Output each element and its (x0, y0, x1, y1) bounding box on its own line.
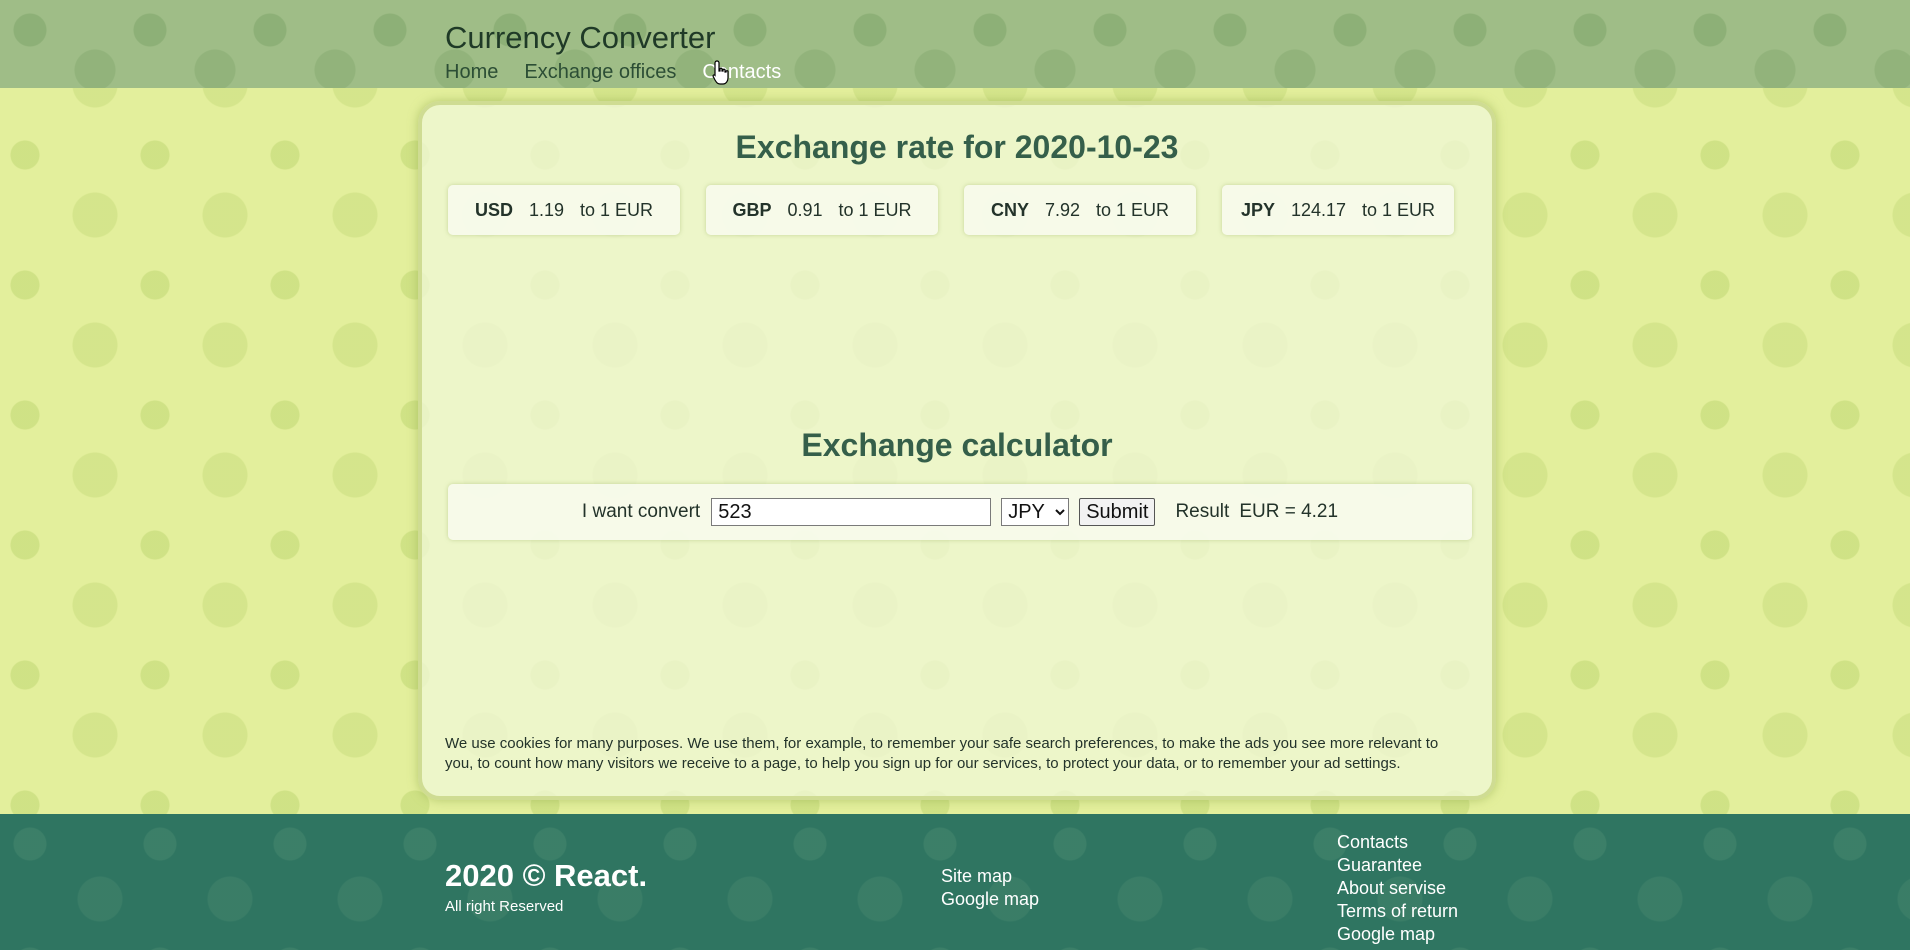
footer-link-terms-of-return[interactable]: Terms of return (1337, 900, 1458, 923)
rate-suffix: to 1 EUR (1096, 199, 1170, 220)
rate-cny: CNY 7.92 to 1 EUR (964, 185, 1196, 235)
rate-suffix: to 1 EUR (1362, 199, 1436, 220)
rate-value: 1.19 (528, 199, 565, 220)
footer-links-right: Contacts Guarantee About servise Terms o… (1337, 831, 1458, 946)
nav-home[interactable]: Home (445, 60, 498, 84)
site-footer: 2020 © React. All right Reserved Site ma… (0, 814, 1910, 950)
cookie-notice: We use cookies for many purposes. We use… (445, 735, 1439, 772)
footer-link-guarantee[interactable]: Guarantee (1337, 854, 1458, 877)
footer-link-site-map[interactable]: Site map (941, 865, 1039, 888)
rate-suffix: to 1 EUR (838, 199, 912, 220)
calculator-form: I want convert JPY Submit Result EUR = 4… (448, 484, 1472, 540)
rate-value: 124.17 (1290, 199, 1347, 220)
result-value: EUR = 4.21 (1239, 501, 1339, 522)
rate-code: CNY (990, 199, 1029, 220)
pointer-hand-cursor-icon (712, 60, 729, 85)
submit-button[interactable]: Submit (1079, 498, 1156, 526)
convert-label: I want convert (581, 501, 701, 522)
site-header: Currency Converter Home Exchange offices… (0, 0, 1910, 88)
rate-code: GBP (732, 199, 772, 220)
nav-exchange-offices[interactable]: Exchange offices (524, 60, 676, 84)
amount-input[interactable] (711, 498, 992, 526)
rate-usd: USD 1.19 to 1 EUR (448, 185, 680, 235)
rate-jpy: JPY 124.17 to 1 EUR (1222, 185, 1454, 235)
footer-links-middle: Site map Google map (941, 865, 1039, 911)
rates-row: USD 1.19 to 1 EUR GBP 0.91 to 1 EUR CNY … (448, 185, 1472, 235)
footer-link-contacts[interactable]: Contacts (1337, 831, 1458, 854)
main-card: Exchange rate for 2020-10-23 USD 1.19 to… (418, 101, 1496, 800)
result-label: Result (1175, 501, 1230, 522)
rate-value: 7.92 (1044, 199, 1081, 220)
exchange-calculator-title: Exchange calculator (801, 427, 1113, 463)
rate-gbp: GBP 0.91 to 1 EUR (706, 185, 938, 235)
rate-value: 0.91 (787, 199, 823, 220)
main-nav: Home Exchange offices Contacts (445, 60, 781, 84)
footer-link-google-map[interactable]: Google map (941, 888, 1039, 911)
site-title: Currency Converter (445, 20, 716, 55)
currency-select[interactable]: JPY (1001, 498, 1070, 526)
rate-suffix: to 1 EUR (580, 199, 654, 220)
copyright: 2020 © React. (445, 858, 648, 893)
exchange-rate-title: Exchange rate for 2020-10-23 (735, 129, 1179, 165)
footer-link-google-map-2[interactable]: Google map (1337, 923, 1458, 946)
rate-code: JPY (1240, 199, 1275, 220)
rate-code: USD (474, 199, 513, 220)
footer-link-about-servise[interactable]: About servise (1337, 877, 1458, 900)
rights-text: All right Reserved (445, 898, 564, 915)
